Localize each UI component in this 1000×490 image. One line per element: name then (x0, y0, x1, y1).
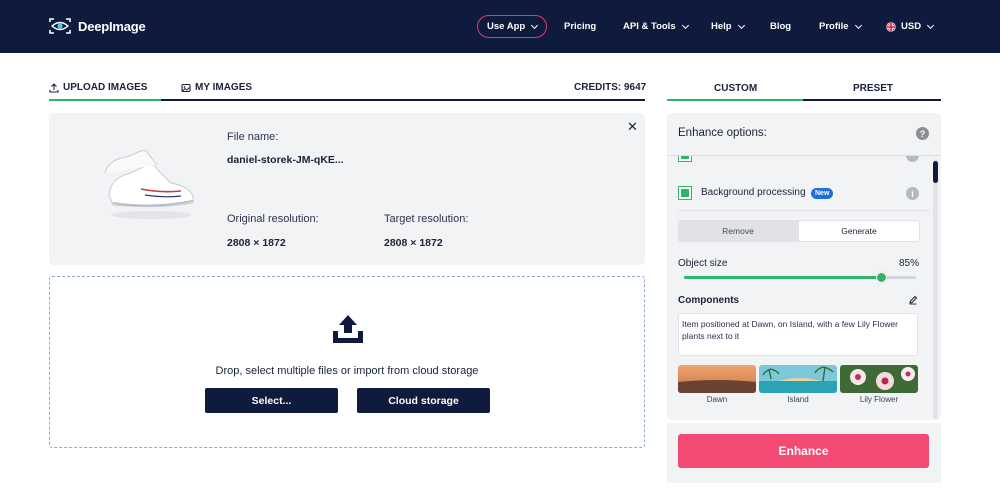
credits-label: CREDITS: 9647 (574, 82, 647, 93)
island-sample-label: Island (787, 395, 809, 404)
use-app-button[interactable]: Use App (477, 15, 548, 38)
enhance-options-title: Enhance options: (678, 127, 767, 139)
active-tab-indicator (49, 99, 161, 101)
enhance-footer: Enhance (667, 423, 941, 483)
options-scrollbar-thumb[interactable] (933, 161, 938, 183)
nav-pricing-label: Pricing (564, 21, 597, 32)
hidden-option-checkbox[interactable] (678, 155, 692, 162)
close-icon[interactable]: ✕ (627, 119, 638, 135)
enhance-options-panel: Enhance options: ? Background processing… (667, 113, 941, 420)
tab-custom[interactable]: CUSTOM (714, 83, 757, 94)
file-name-label: File name: (227, 131, 279, 143)
object-size-value: 85% (899, 258, 920, 269)
drop-zone-instructions: Drop, select multiple files or import fr… (215, 365, 479, 377)
chevron-down-icon (681, 21, 689, 29)
brand-name: DeepImage (78, 18, 146, 34)
nav-help-label: Help (711, 21, 732, 32)
generate-option[interactable]: Generate (799, 221, 919, 241)
eye-logo-icon (49, 18, 71, 34)
nav-help[interactable]: Help (711, 0, 745, 53)
lily-flower-sample-label: Lily Flower (859, 395, 899, 404)
tab-upload-images[interactable]: UPLOAD IMAGES (49, 82, 147, 93)
background-processing-label: Background processing (701, 187, 806, 198)
currency-label: USD (901, 21, 922, 32)
divider (678, 210, 930, 211)
chevron-down-icon (737, 21, 745, 29)
background-processing-checkbox[interactable] (678, 186, 692, 200)
select-files-button[interactable]: Select... (205, 388, 338, 413)
nav-api-tools[interactable]: API & Tools (623, 0, 689, 53)
components-textarea[interactable]: Item positioned at Dawn, on Island, with… (678, 313, 918, 356)
chevron-down-icon (531, 21, 539, 29)
original-resolution-label: Original resolution: (227, 213, 319, 225)
nav-blog[interactable]: Blog (770, 0, 791, 53)
object-size-label: Object size (678, 258, 728, 269)
object-size-slider[interactable] (684, 272, 916, 283)
dawn-sample-label: Dawn (706, 395, 728, 404)
tab-my-images[interactable]: MY IMAGES (181, 82, 252, 93)
images-icon (181, 83, 191, 92)
enhance-button[interactable]: Enhance (678, 434, 929, 468)
info-icon[interactable] (906, 155, 919, 162)
target-resolution-value: 2808 × 1872 (384, 237, 443, 249)
background-mode-segmented-control: Remove Generate (678, 220, 920, 242)
nav-pricing[interactable]: Pricing (564, 0, 596, 53)
nav-blog-label: Blog (770, 21, 792, 32)
slider-fill (684, 276, 882, 279)
chevron-down-icon (854, 21, 862, 29)
target-resolution-label: Target resolution: (384, 213, 469, 225)
lily-flower-sample-image[interactable] (840, 365, 918, 393)
divider (667, 155, 941, 156)
nav-profile-label: Profile (819, 21, 849, 32)
brand-logo[interactable]: DeepImage (48, 17, 146, 35)
edit-pencil-icon[interactable] (908, 295, 918, 305)
nav-profile[interactable]: Profile (819, 0, 862, 53)
remove-option[interactable]: Remove (679, 221, 797, 241)
uk-flag-icon (886, 21, 896, 32)
island-sample-image[interactable] (759, 365, 837, 393)
file-name-value: daniel-storek-JM-qKE... (227, 154, 344, 166)
drop-zone[interactable]: Drop, select multiple files or import fr… (49, 276, 645, 448)
tab-my-images-label: MY IMAGES (195, 82, 253, 93)
components-label: Components (678, 295, 740, 306)
help-icon[interactable]: ? (916, 127, 929, 140)
info-icon[interactable]: i (906, 187, 919, 200)
tab-upload-images-label: UPLOAD IMAGES (63, 82, 148, 93)
chevron-down-icon (927, 21, 935, 29)
currency-selector[interactable]: USD (886, 0, 935, 53)
top-nav-bar: DeepImage Use App Pricing API & Tools He… (0, 0, 1000, 53)
new-badge: New (811, 188, 834, 199)
original-resolution-value: 2808 × 1872 (227, 237, 286, 249)
dawn-sample-image[interactable] (678, 365, 756, 393)
use-app-label: Use App (487, 21, 526, 32)
options-scrollbar-track[interactable] (933, 159, 938, 419)
slider-handle[interactable] (876, 272, 888, 283)
active-panel-tab-indicator (667, 99, 803, 101)
credits-counter: CREDITS: 9647 (574, 82, 646, 93)
cloud-storage-button[interactable]: Cloud storage (357, 388, 490, 413)
upload-icon (49, 82, 59, 93)
file-card: File name: daniel-storek-JM-qKE... Origi… (49, 113, 645, 265)
nav-api-tools-label: API & Tools (623, 21, 676, 32)
tab-preset[interactable]: PRESET (853, 83, 893, 94)
upload-tray-icon (333, 315, 363, 343)
sneaker-thumbnail (104, 150, 194, 219)
options-scroll-area[interactable]: Background processing New i Remove Gener… (667, 155, 941, 420)
